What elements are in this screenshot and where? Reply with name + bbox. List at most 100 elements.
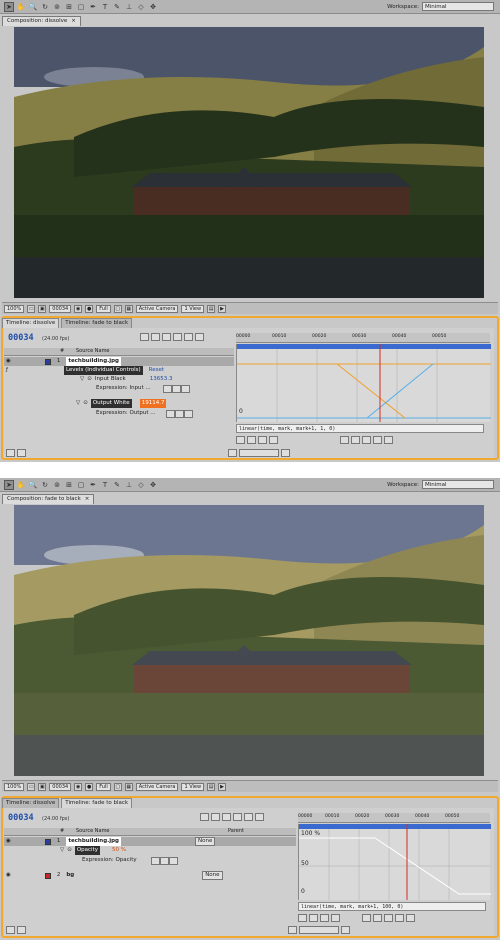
shy-layers-icon[interactable] xyxy=(222,813,231,821)
current-time-field[interactable]: 00034 xyxy=(49,304,72,313)
expression-field[interactable]: linear(time, mark, mark+1, 100, 0) xyxy=(298,902,486,911)
zoom-select[interactable]: 100% xyxy=(4,304,25,313)
pan-behind-tool-icon[interactable]: ⊞ xyxy=(64,2,74,12)
frame-blending-icon[interactable] xyxy=(233,813,242,821)
toggle-switches-icon[interactable] xyxy=(6,449,15,457)
camera-select[interactable]: Active Camera xyxy=(135,304,179,313)
snapshot-icon[interactable]: ▣ xyxy=(38,782,47,791)
effect-reset-link[interactable]: Reset xyxy=(149,366,164,375)
expression-menu-icon[interactable] xyxy=(183,409,193,418)
grid-icon[interactable]: ▤ xyxy=(207,304,216,313)
clone-tool-icon[interactable]: ⊥ xyxy=(124,2,134,12)
expression-enable-icon[interactable] xyxy=(150,856,160,865)
safe-zones-icon[interactable]: ▭ xyxy=(27,782,36,791)
shy-layers-icon[interactable] xyxy=(162,333,171,341)
composition-tab[interactable]: Composition: fade to black × xyxy=(2,494,95,504)
transparency-grid-icon[interactable]: ▦ xyxy=(124,782,133,791)
time-ruler[interactable]: 00000 00010 00020 00030 00040 00050 xyxy=(236,333,490,343)
region-icon[interactable]: ▢ xyxy=(113,304,122,313)
layer-row[interactable]: ◉ 1 techbuilding.jpg xyxy=(4,357,234,366)
input-black-value[interactable]: 13653.3 xyxy=(150,375,173,384)
view-layout-select[interactable]: 1 View xyxy=(181,304,205,313)
eye-icon[interactable]: ◉ xyxy=(6,357,11,366)
zoom-select[interactable]: 100% xyxy=(4,782,25,791)
expression-enable-icon[interactable] xyxy=(162,384,172,393)
tab-timeline-dissolve[interactable]: Timeline: dissolve xyxy=(2,318,60,328)
toggle-modes-icon[interactable] xyxy=(17,449,26,457)
selection-tool-icon[interactable]: ➤ xyxy=(4,1,14,12)
layer-row[interactable]: ◉ 2 bg None xyxy=(4,871,296,880)
composition-viewer[interactable] xyxy=(14,27,484,298)
snapshot-icon[interactable]: ▣ xyxy=(38,304,47,313)
layer-name[interactable]: techbuilding.jpg xyxy=(66,837,121,846)
output-white-value[interactable]: 19114.7 xyxy=(139,399,167,408)
expression-enable-icon[interactable] xyxy=(165,409,175,418)
hand-tool-icon[interactable]: ✋ xyxy=(16,480,26,490)
layer-name[interactable]: techbuilding.jpg xyxy=(66,357,121,366)
stopwatch-icon[interactable]: ⊙ xyxy=(67,846,72,855)
property-row-input-black[interactable]: ▽ ⊙ Input Black 13653.3 xyxy=(4,375,234,384)
tab-timeline-dissolve[interactable]: Timeline: dissolve xyxy=(2,798,60,808)
twirl-down-icon[interactable]: ▽ xyxy=(60,846,64,855)
composition-tab[interactable]: Composition: dissolve × xyxy=(2,16,81,26)
fast-preview-icon[interactable]: ▶ xyxy=(218,304,227,313)
property-row-opacity[interactable]: ▽ ⊙ Opacity 50 % xyxy=(4,846,296,855)
brush-tool-icon[interactable]: ✎ xyxy=(112,2,122,12)
edit-keyframe-icon[interactable] xyxy=(340,436,349,444)
eraser-tool-icon[interactable]: ◇ xyxy=(136,2,146,12)
graph-type-icon[interactable] xyxy=(309,914,318,922)
stopwatch-icon[interactable]: ⊙ xyxy=(83,399,88,408)
mask-tool-icon[interactable]: ▢ xyxy=(76,2,86,12)
expression-field[interactable]: linear(time, mark, mark+1, 1, 0) xyxy=(236,424,484,433)
graph-editor-icon[interactable] xyxy=(195,333,204,341)
graph-editor-icon[interactable] xyxy=(255,813,264,821)
expression-row-input[interactable]: Expression: Input ... xyxy=(4,384,234,393)
hand-tool-icon[interactable]: ✋ xyxy=(16,2,26,12)
show-properties-icon[interactable] xyxy=(298,914,307,922)
camera-tool-icon[interactable]: ⊚ xyxy=(52,2,62,12)
text-tool-icon[interactable]: T xyxy=(100,2,110,12)
region-icon[interactable]: ▢ xyxy=(113,782,122,791)
effect-name[interactable]: Levels (Individual Controls) xyxy=(63,366,143,375)
zoom-slider[interactable] xyxy=(239,449,279,457)
fit-selection-icon[interactable] xyxy=(320,914,329,922)
fit-selection-icon[interactable] xyxy=(258,436,267,444)
camera-icon[interactable]: ◉ xyxy=(74,304,83,313)
effect-row[interactable]: ƒ Levels (Individual Controls) Reset xyxy=(4,366,234,375)
current-time-display[interactable]: 00034 xyxy=(8,333,34,343)
property-row-output-white[interactable]: ▽ ⊙ Output White 19114.7 xyxy=(4,399,234,408)
auto-bezier-icon[interactable] xyxy=(395,914,404,922)
pan-behind-tool-icon[interactable]: ⊞ xyxy=(64,480,74,490)
expression-menu-icon[interactable] xyxy=(168,856,178,865)
camera-tool-icon[interactable]: ⊚ xyxy=(52,480,62,490)
tab-timeline-fade-to-black[interactable]: Timeline: fade to black xyxy=(61,318,133,328)
graph-editor[interactable]: 0 xyxy=(236,344,491,422)
linear-icon[interactable] xyxy=(384,914,393,922)
clone-tool-icon[interactable]: ⊥ xyxy=(124,480,134,490)
resolution-select[interactable]: Full xyxy=(96,304,111,313)
stopwatch-icon[interactable]: ⊙ xyxy=(87,375,92,384)
close-icon[interactable]: × xyxy=(85,495,90,504)
auto-bezier-icon[interactable] xyxy=(373,436,382,444)
view-layout-select[interactable]: 1 View xyxy=(181,782,205,791)
close-icon[interactable]: × xyxy=(71,17,76,26)
workspace-select[interactable]: Minimal xyxy=(422,2,494,11)
pick-whip-icon[interactable] xyxy=(174,409,184,418)
zoom-slider[interactable] xyxy=(299,926,339,934)
camera-icon[interactable]: ◉ xyxy=(74,782,83,791)
transparency-grid-icon[interactable]: ▦ xyxy=(124,304,133,313)
tab-timeline-fade-to-black[interactable]: Timeline: fade to black xyxy=(61,798,133,808)
grid-icon[interactable]: ▤ xyxy=(207,782,216,791)
channel-icon[interactable]: ● xyxy=(85,304,94,313)
time-ruler[interactable]: 00000 00010 00020 00030 00040 00050 xyxy=(298,813,490,823)
orbit-tool-icon[interactable]: ✥ xyxy=(148,2,158,12)
hold-icon[interactable] xyxy=(351,436,360,444)
easy-ease-icon[interactable] xyxy=(384,436,393,444)
camera-select[interactable]: Active Camera xyxy=(135,782,179,791)
eye-icon[interactable]: ◉ xyxy=(6,871,11,880)
motion-blur-icon[interactable] xyxy=(244,813,253,821)
zoom-in-icon[interactable] xyxy=(341,926,350,934)
channel-icon[interactable]: ● xyxy=(85,782,94,791)
text-tool-icon[interactable]: T xyxy=(100,480,110,490)
eye-icon[interactable]: ◉ xyxy=(6,837,11,846)
